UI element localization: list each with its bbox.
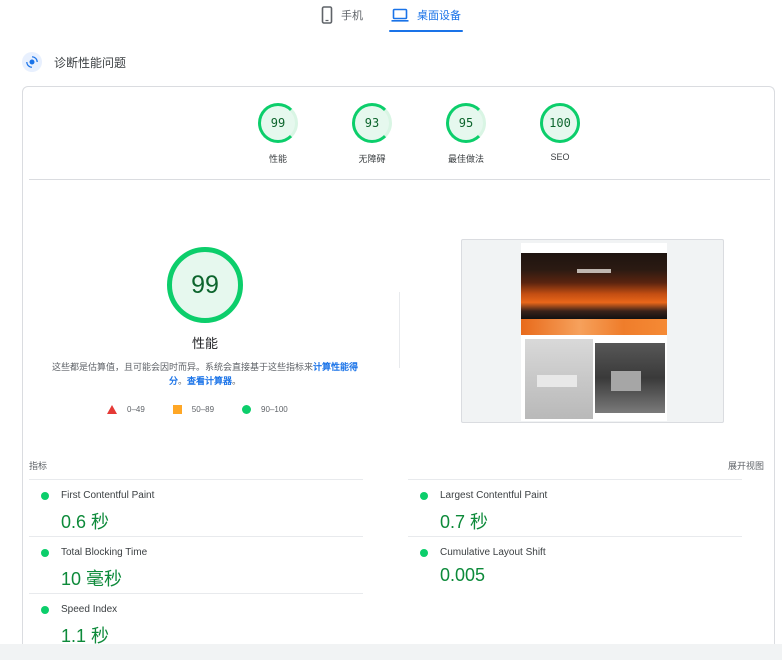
gauge-seo[interactable]: 100 SEO bbox=[513, 103, 607, 165]
score-description: 这些都是估算值，且可能会因时而异。系统会直接基于这些指标来计算性能得分。查看计算… bbox=[47, 360, 363, 388]
diagnose-title: 诊断性能问题 bbox=[54, 55, 127, 70]
vertical-divider bbox=[399, 292, 400, 368]
gauge-score: 93 bbox=[352, 103, 392, 143]
metric-name: Total Blocking Time bbox=[61, 547, 148, 558]
tab-mobile-label: 手机 bbox=[341, 10, 363, 22]
pass-circle-icon bbox=[420, 492, 428, 500]
metrics-header: 指标 展开视图 bbox=[29, 459, 764, 472]
page-screenshot-preview[interactable] bbox=[461, 239, 724, 423]
legend-pass: 90–100 bbox=[242, 405, 288, 414]
screenshot-block bbox=[537, 375, 577, 387]
screenshot-band bbox=[521, 319, 667, 335]
circle-icon bbox=[242, 405, 252, 414]
desc-mid: 。 bbox=[177, 376, 187, 386]
metric-tbt: Total Blocking Time 10 毫秒 bbox=[29, 536, 363, 593]
divider bbox=[29, 179, 770, 180]
gauge-performance[interactable]: 99 性能 bbox=[231, 103, 325, 165]
tab-desktop-label: 桌面设备 bbox=[417, 10, 461, 22]
triangle-icon bbox=[107, 405, 117, 414]
diagnose-header: 诊断性能问题 bbox=[22, 52, 126, 72]
tab-mobile[interactable]: 手机 bbox=[319, 0, 365, 30]
phone-icon bbox=[321, 6, 333, 24]
performance-label: 性能 bbox=[191, 336, 218, 351]
gauge-accessibility[interactable]: 93 无障碍 bbox=[325, 103, 419, 165]
metric-name: Largest Contentful Paint bbox=[440, 490, 548, 501]
legend-fail: 0–49 bbox=[107, 405, 145, 414]
desc-suffix: 。 bbox=[232, 376, 242, 386]
legend-average: 50–89 bbox=[172, 405, 215, 414]
metrics-title: 指标 bbox=[29, 461, 48, 471]
pass-circle-icon bbox=[41, 606, 49, 614]
report-card: 99 性能 93 无障碍 95 最佳做法 100 SEO 99 性能 这些都是估… bbox=[22, 86, 775, 660]
metric-cls: Cumulative Layout Shift 0.005 bbox=[408, 536, 742, 593]
metric-value: 0.6 秒 bbox=[61, 512, 110, 532]
screenshot-image bbox=[521, 243, 667, 421]
tab-desktop[interactable]: 桌面设备 bbox=[389, 0, 463, 32]
bottom-bar bbox=[0, 644, 782, 660]
square-icon bbox=[172, 405, 182, 414]
category-gauges: 99 性能 93 无障碍 95 最佳做法 100 SEO bbox=[231, 103, 607, 165]
gauge-score: 99 bbox=[258, 103, 298, 143]
metric-value: 10 毫秒 bbox=[61, 569, 123, 589]
desc-prefix: 这些都是估算值，且可能会因时而异。系统会直接基于这些指标来 bbox=[51, 362, 313, 372]
metric-value: 0.005 bbox=[440, 565, 486, 585]
metric-fcp: First Contentful Paint 0.6 秒 bbox=[29, 479, 363, 536]
screenshot-block bbox=[611, 371, 641, 391]
performance-score-gauge: 99 bbox=[167, 247, 243, 323]
gauge-label: 无障碍 bbox=[358, 154, 386, 164]
metric-name: Cumulative Layout Shift bbox=[440, 547, 546, 558]
diagnose-icon bbox=[22, 52, 42, 72]
gauge-score: 95 bbox=[446, 103, 486, 143]
view-calculator-link[interactable]: 查看计算器 bbox=[187, 376, 232, 386]
legend-fail-range: 0–49 bbox=[127, 405, 145, 414]
gauge-label: SEO bbox=[550, 152, 570, 162]
device-tabs: 手机 桌面设备 bbox=[0, 0, 782, 34]
legend-pass-range: 90–100 bbox=[261, 405, 288, 414]
laptop-icon bbox=[391, 8, 409, 22]
gauge-score: 100 bbox=[540, 103, 580, 143]
legend-average-range: 50–89 bbox=[191, 405, 215, 414]
pass-circle-icon bbox=[41, 549, 49, 557]
score-legend: 0–49 50–89 90–100 bbox=[107, 405, 288, 414]
screenshot-hero bbox=[521, 253, 667, 319]
gauge-label: 最佳做法 bbox=[447, 154, 484, 164]
pass-circle-icon bbox=[41, 492, 49, 500]
pass-circle-icon bbox=[420, 549, 428, 557]
expand-view-toggle[interactable]: 展开视图 bbox=[728, 459, 764, 472]
gauge-label: 性能 bbox=[268, 154, 287, 164]
metric-speed-index: Speed Index 1.1 秒 bbox=[29, 593, 363, 650]
metric-name: Speed Index bbox=[61, 604, 118, 615]
metric-value: 0.7 秒 bbox=[440, 512, 489, 532]
gauge-best-practices[interactable]: 95 最佳做法 bbox=[419, 103, 513, 165]
screenshot-hero-title bbox=[577, 269, 611, 273]
metric-name: First Contentful Paint bbox=[61, 490, 155, 501]
metric-lcp: Largest Contentful Paint 0.7 秒 bbox=[408, 479, 742, 536]
